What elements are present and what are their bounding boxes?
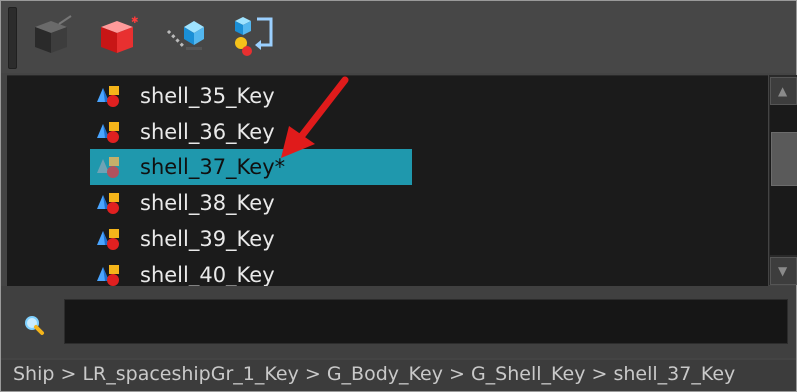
cube-grey-icon[interactable] [29,13,73,59]
search-icon[interactable] [23,314,45,336]
list-item-label: shell_40_Key [140,263,275,286]
search-area [1,286,796,358]
drawing-node-icon [95,155,127,179]
scroll-thumb[interactable] [771,132,797,186]
list-item[interactable]: shell_40_Key [7,257,768,286]
chevron-up-icon: ▲ [778,84,788,98]
list-item[interactable]: shell_39_Key [7,221,768,257]
list-item-label: shell_38_Key [140,191,275,215]
drawing-node-icon [95,84,127,108]
list-item[interactable]: shell_35_Key [7,78,768,114]
cube-red-new-icon[interactable]: ✱ [95,13,139,59]
drawing-node-icon [95,263,127,286]
drawing-node-icon [95,120,127,144]
drawing-node-icon [95,191,127,215]
scroll-up-button[interactable]: ▲ [770,77,797,105]
swap-shape-icon[interactable] [231,13,275,59]
breadcrumb: Ship > LR_spaceshipGr_1_Key > G_Body_Key… [1,360,796,391]
list-item[interactable]: shell_38_Key [7,185,768,221]
list-scrollbar[interactable]: ▲ ▼ [769,75,797,285]
scroll-down-button[interactable]: ▼ [770,257,797,285]
toolbar-grip[interactable] [8,7,17,69]
breadcrumb-path: Ship > LR_spaceshipGr_1_Key > G_Body_Key… [13,363,736,385]
toolbar: ✱ [1,1,796,73]
annotation-arrow [281,76,349,158]
search-input[interactable] [64,299,788,344]
list-item-label: shell_36_Key [140,120,275,144]
drawing-node-icon [95,227,127,251]
list-item-label: shell_39_Key [140,227,275,251]
node-list[interactable]: shell_35_Key shell_36_Key shell_37_Key* … [7,75,768,286]
link-node-icon[interactable] [162,13,206,59]
list-item-label: shell_35_Key [140,84,275,108]
svg-text:✱: ✱ [131,16,139,26]
list-item[interactable]: shell_36_Key [7,114,768,150]
chevron-down-icon: ▼ [778,264,788,278]
list-item-selected[interactable]: shell_37_Key* [7,149,768,185]
list-item-label: shell_37_Key* [140,155,286,179]
